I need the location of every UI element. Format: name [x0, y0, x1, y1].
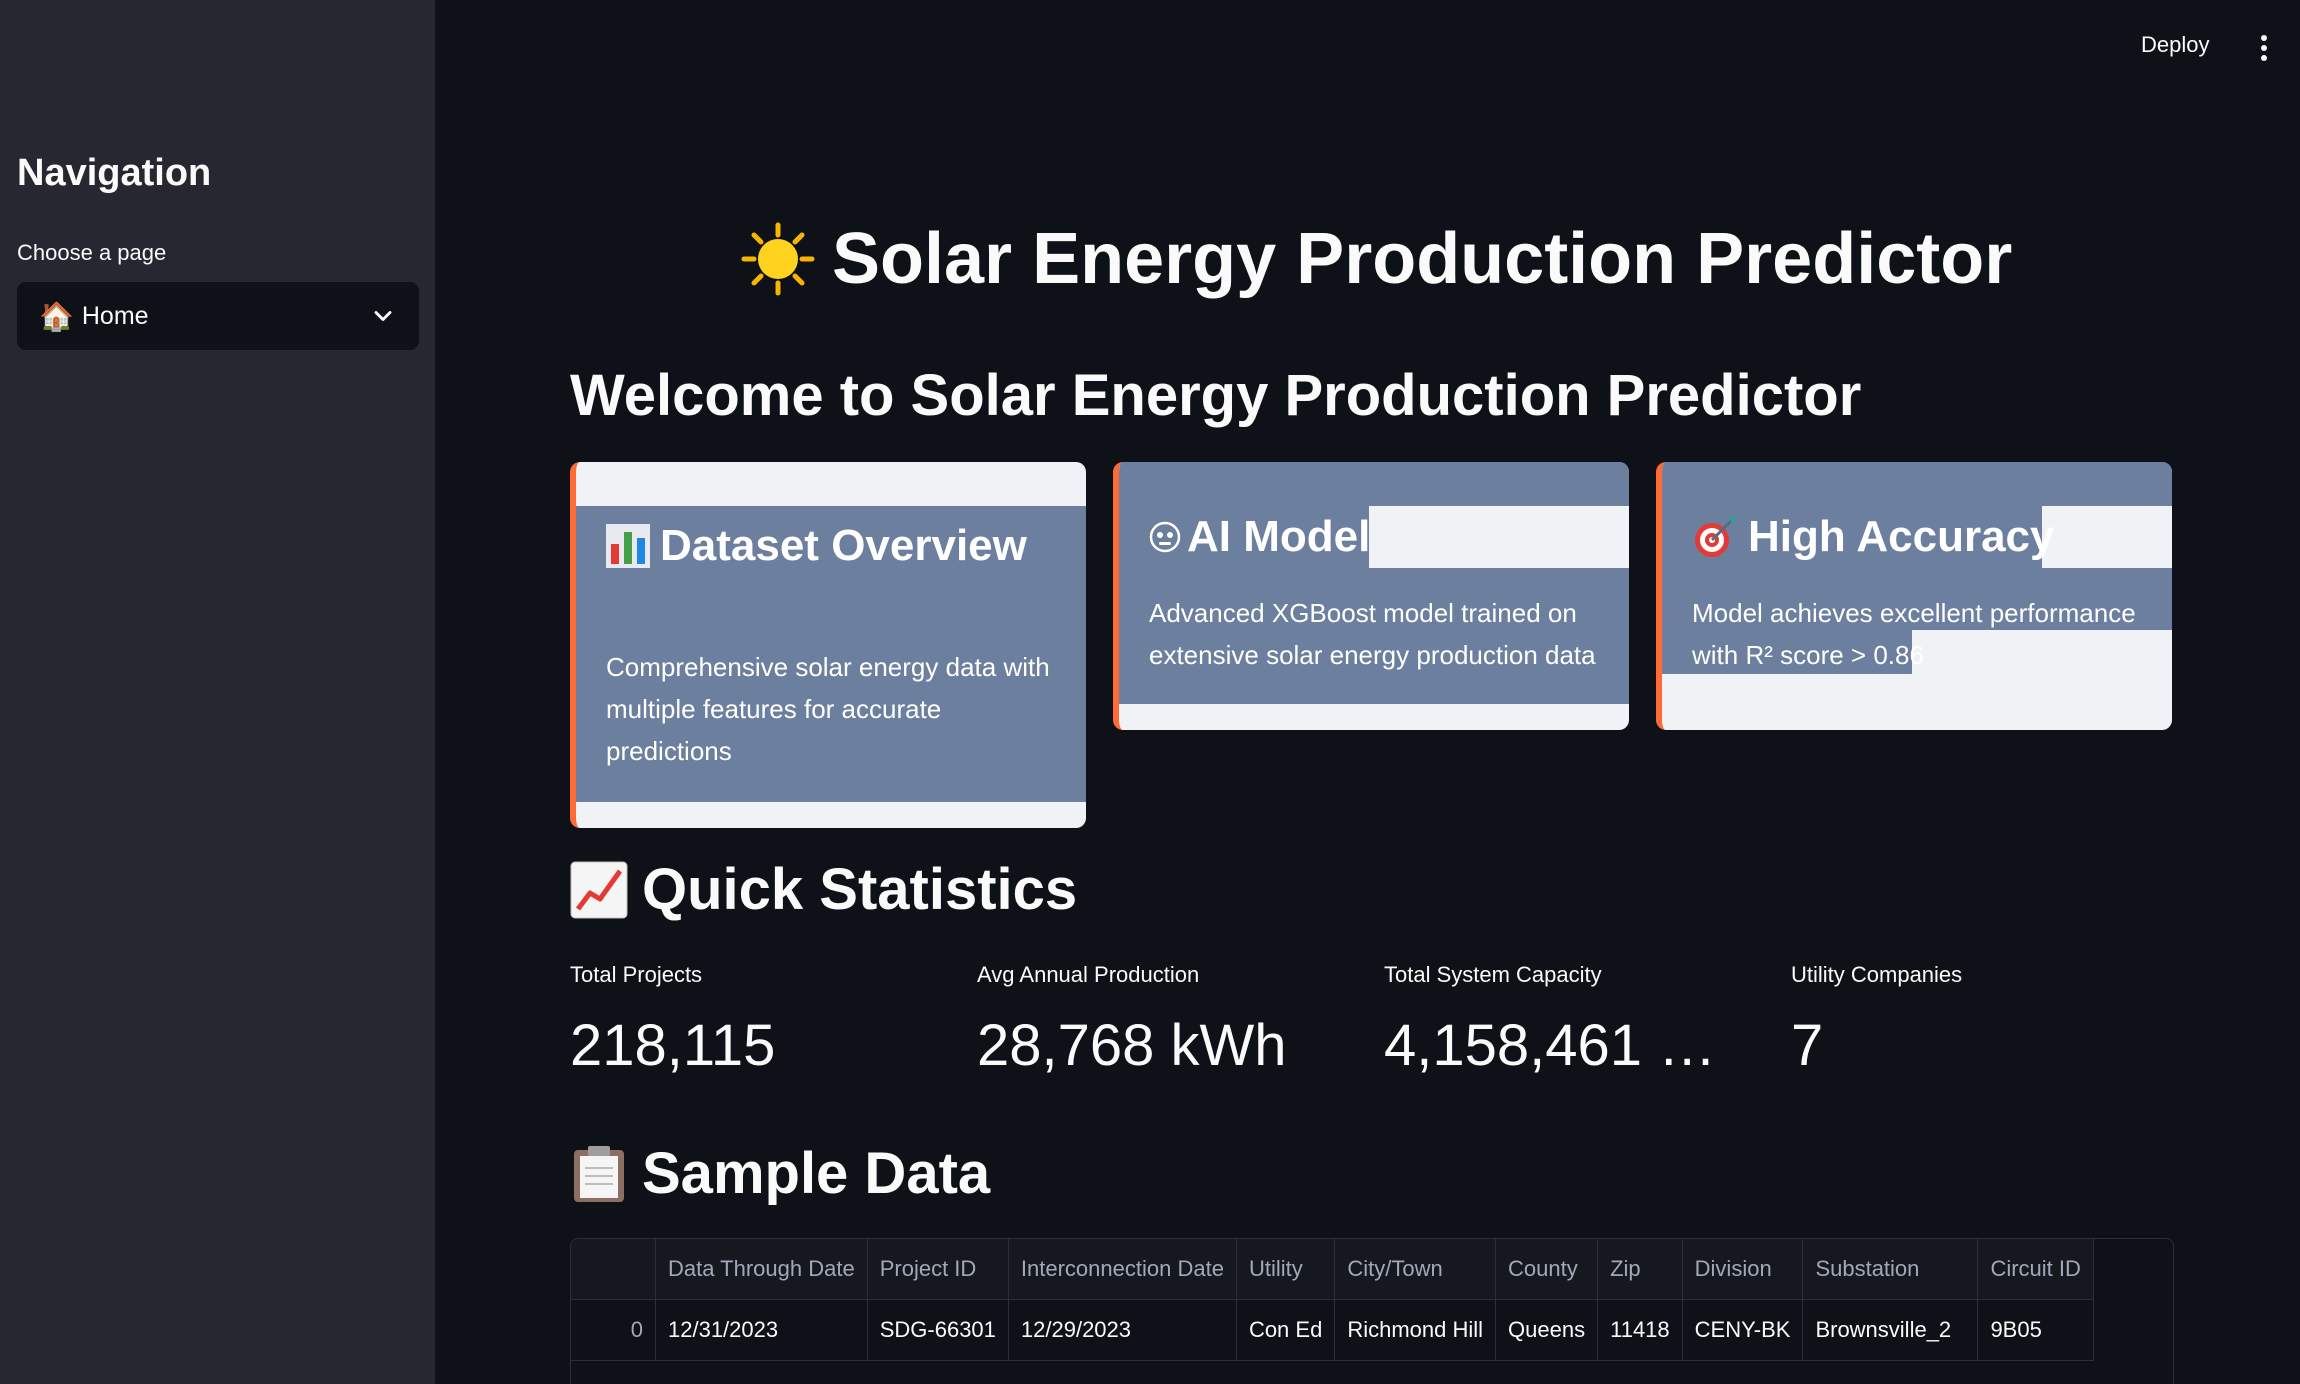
- table-cell[interactable]: 12/29/2023: [1008, 1299, 1237, 1361]
- metric-label: Avg Annual Production: [977, 962, 1200, 987]
- sun-icon: [741, 222, 815, 296]
- table-cell[interactable]: Brownsville_2: [1802, 1299, 1979, 1361]
- page-select-label: Choose a page: [17, 240, 167, 265]
- row-index: 0: [571, 1299, 656, 1361]
- column-header-index[interactable]: [571, 1239, 656, 1300]
- metric-total-system-capacity: Total System Capacity 4,158,461 k…: [1384, 962, 1764, 1079]
- clipboard-icon: [574, 1145, 624, 1202]
- column-header[interactable]: Utility: [1236, 1239, 1336, 1300]
- card-dataset-overview: Dataset Overview Comprehensive solar ene…: [570, 462, 1086, 828]
- metric-total-projects: Total Projects 218,115: [570, 962, 950, 1079]
- sample-heading: Sample Data: [642, 1141, 991, 1206]
- metric-value: 28,768 kWh: [977, 1013, 1287, 1078]
- stats-heading: Quick Statistics: [642, 857, 1078, 922]
- card-ai-model: AI Model Advanced XGBoost model trained …: [1113, 462, 1629, 730]
- table-cell[interactable]: CENY-BK: [1682, 1299, 1804, 1361]
- column-header[interactable]: Circuit ID: [1977, 1239, 2094, 1300]
- welcome-heading: Welcome to Solar Energy Production Predi…: [570, 363, 1862, 428]
- metric-label: Utility Companies: [1791, 962, 1963, 987]
- card-title: AI Model: [1187, 512, 1371, 561]
- chart-increasing-icon: [570, 861, 628, 918]
- table-cell[interactable]: Con Ed: [1236, 1299, 1336, 1361]
- table-cell[interactable]: Queens: [1495, 1299, 1599, 1361]
- card-title: Dataset Overview: [660, 521, 1027, 570]
- metric-label: Total Projects: [570, 962, 703, 987]
- sample-heading-row: Sample Data: [570, 1140, 990, 1207]
- bar-chart-icon: [606, 524, 650, 568]
- card-high-accuracy: High Accuracy Model achieves excellent p…: [1656, 462, 2172, 730]
- column-header[interactable]: Interconnection Date: [1008, 1239, 1237, 1300]
- table-cell[interactable]: Richmond Hill: [1334, 1299, 1497, 1361]
- column-header[interactable]: Substation: [1802, 1239, 1979, 1300]
- metric-value: 4,158,461 k…: [1384, 1013, 1734, 1078]
- chevron-down-icon: [374, 311, 392, 321]
- column-header[interactable]: Division: [1682, 1239, 1804, 1300]
- table-cell[interactable]: 9B05: [1977, 1299, 2094, 1361]
- sidebar: Navigation Choose a page 🏠 Home: [0, 0, 435, 1384]
- card-title: High Accuracy: [1748, 512, 2055, 561]
- page-title: Solar Energy Production Predictor: [832, 219, 2013, 299]
- metric-value: 7: [1791, 1013, 1824, 1078]
- column-header[interactable]: Data Through Date: [655, 1239, 868, 1300]
- deploy-button[interactable]: Deploy: [2135, 28, 2215, 62]
- table-header-row: Data Through Date Project ID Interconnec…: [571, 1239, 2094, 1300]
- metric-utility-companies: Utility Companies 7: [1791, 962, 2171, 1079]
- table-row[interactable]: 0 12/31/2023 SDG-66301 12/29/2023 Con Ed…: [571, 1299, 2094, 1361]
- metric-label: Total System Capacity: [1384, 962, 1602, 987]
- metric-value: 218,115: [570, 1013, 776, 1078]
- page-select[interactable]: 🏠 Home: [17, 282, 419, 350]
- column-header[interactable]: City/Town: [1334, 1239, 1497, 1300]
- page-select-value: Home: [81, 301, 149, 330]
- house-icon: 🏠: [39, 300, 74, 332]
- table-cell[interactable]: 11418: [1597, 1299, 1683, 1361]
- metric-avg-annual-production: Avg Annual Production 28,768 kWh: [977, 962, 1357, 1079]
- card-description: Comprehensive solar energy data with mul…: [606, 652, 1050, 766]
- target-icon: [1695, 516, 1736, 557]
- card-description: Model achieves excellent performance wit…: [1692, 598, 2136, 670]
- table-cell[interactable]: 12/31/2023: [655, 1299, 868, 1361]
- stats-heading-row: Quick Statistics: [570, 856, 1077, 923]
- sample-data-table[interactable]: Data Through Date Project ID Interconnec…: [570, 1238, 2174, 1384]
- app-root: Navigation Choose a page 🏠 Home Deploy S…: [0, 0, 2300, 1384]
- page-title-row: Solar Energy Production Predictor: [740, 218, 2012, 300]
- table-cell[interactable]: SDG-66301: [867, 1299, 1009, 1361]
- column-header[interactable]: County: [1495, 1239, 1599, 1300]
- card-description: Advanced XGBoost model trained on extens…: [1149, 598, 1596, 670]
- more-options-icon[interactable]: [2252, 30, 2276, 66]
- robot-icon: [1149, 521, 1181, 553]
- column-header[interactable]: Project ID: [867, 1239, 1009, 1300]
- column-header[interactable]: Zip: [1597, 1239, 1683, 1300]
- sidebar-title: Navigation: [17, 152, 212, 194]
